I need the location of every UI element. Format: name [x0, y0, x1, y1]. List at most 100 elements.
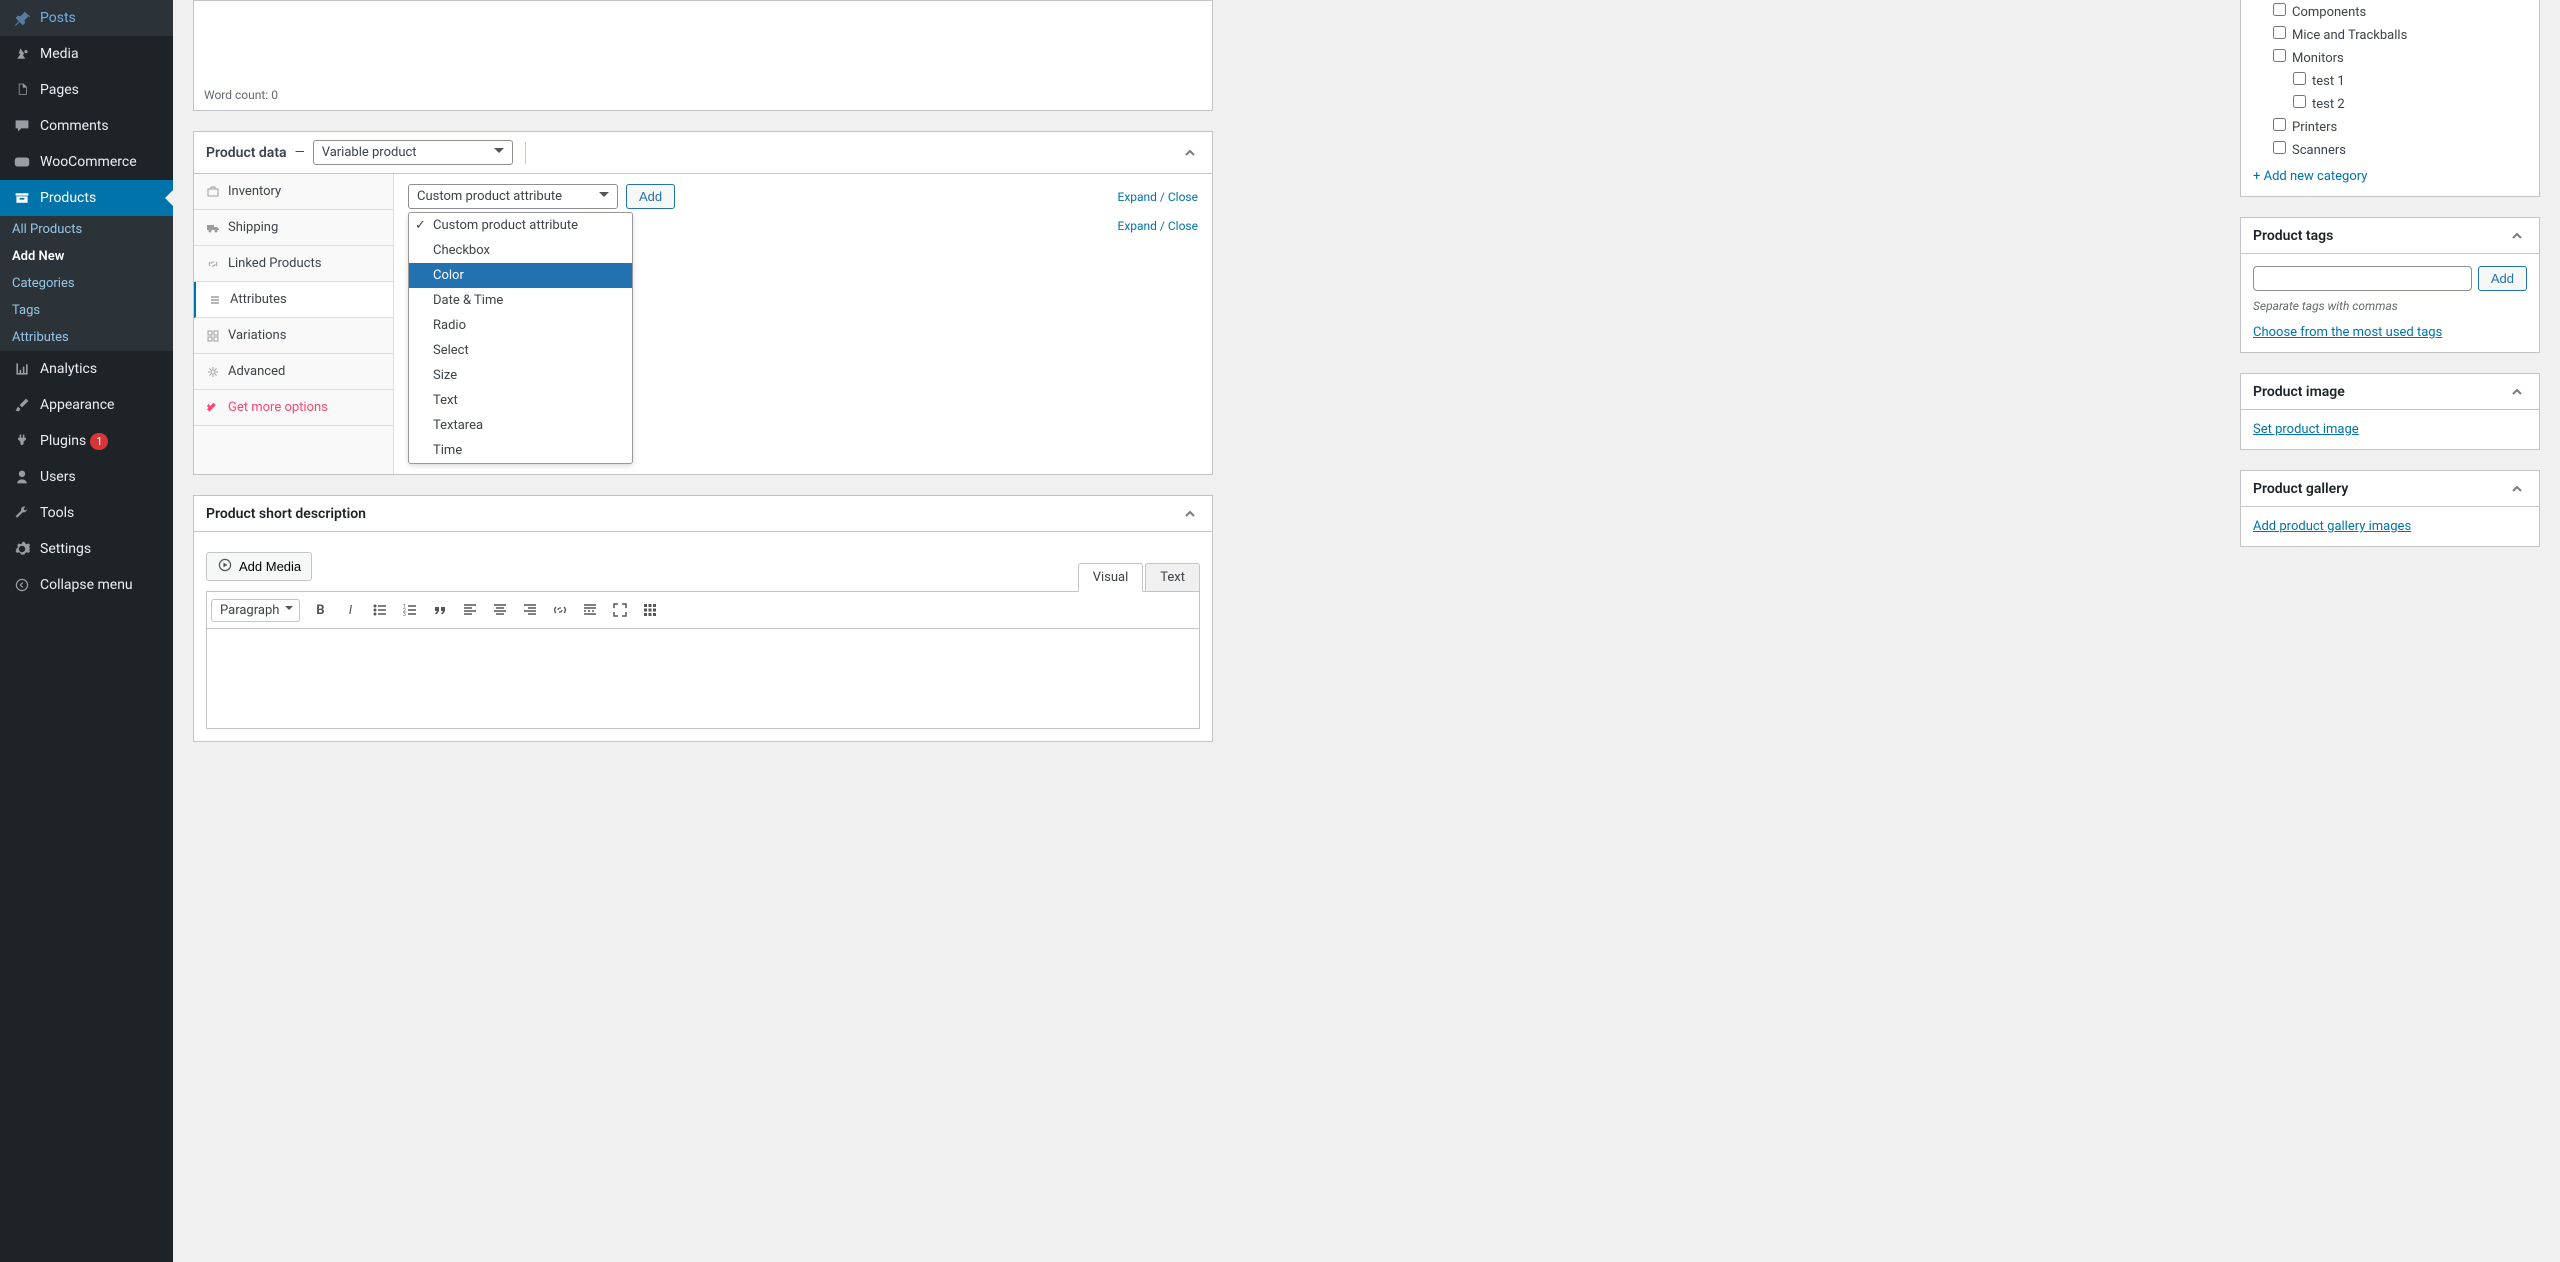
word-count-label: Word count:: [204, 88, 268, 102]
dropdown-option-select[interactable]: Select: [409, 338, 632, 363]
numbered-list-button[interactable]: 123: [396, 596, 424, 624]
blockquote-button[interactable]: [426, 596, 454, 624]
category-checkbox-monitors[interactable]: [2273, 49, 2286, 62]
submenu-attributes[interactable]: Attributes: [0, 324, 173, 351]
toggle-image-icon[interactable]: [2507, 382, 2527, 402]
close-link-2[interactable]: Close: [1168, 219, 1198, 233]
paragraph-select[interactable]: Paragraph: [211, 599, 300, 622]
editor-tab-visual[interactable]: Visual: [1078, 563, 1144, 592]
tab-get-more-options[interactable]: Get more options: [194, 390, 393, 426]
divider: [525, 142, 526, 164]
sidebar-label: Pages: [40, 82, 79, 98]
dropdown-option-text[interactable]: Text: [409, 388, 632, 413]
category-label[interactable]: Scanners: [2273, 143, 2346, 158]
tab-attributes[interactable]: Attributes: [194, 282, 393, 318]
tag-input[interactable]: [2253, 266, 2472, 291]
dropdown-option-radio[interactable]: Radio: [409, 313, 632, 338]
sidebar-item-tools[interactable]: Tools: [0, 495, 173, 531]
word-count-value: 0: [271, 88, 278, 102]
category-label[interactable]: Printers: [2273, 120, 2337, 135]
category-checkbox-test1[interactable]: [2293, 72, 2306, 85]
toolbar-toggle-button[interactable]: [636, 596, 664, 624]
short-description-header: Product short description: [194, 496, 1212, 532]
category-checkbox-scanners[interactable]: [2273, 141, 2286, 154]
submenu-all-products[interactable]: All Products: [0, 216, 173, 243]
category-checkbox-components[interactable]: [2273, 3, 2286, 16]
category-label[interactable]: test 1: [2293, 74, 2345, 89]
choose-used-tags-link[interactable]: Choose from the most used tags: [2253, 325, 2442, 340]
category-label[interactable]: Mice and Trackballs: [2273, 28, 2407, 43]
sidebar-item-users[interactable]: Users: [0, 459, 173, 495]
sidebar-item-posts[interactable]: Posts: [0, 0, 173, 36]
bullet-list-button[interactable]: [366, 596, 394, 624]
wand-icon: [206, 401, 220, 415]
italic-button[interactable]: I: [336, 596, 364, 624]
expand-link-2[interactable]: Expand: [1118, 219, 1157, 233]
bold-button[interactable]: B: [306, 596, 334, 624]
sidebar-item-settings[interactable]: Settings: [0, 531, 173, 567]
align-center-button[interactable]: [486, 596, 514, 624]
product-data-title: Product data: [206, 145, 287, 161]
tab-advanced[interactable]: Advanced: [194, 354, 393, 390]
sidebar-item-pages[interactable]: Pages: [0, 72, 173, 108]
sidebar-item-appearance[interactable]: Appearance: [0, 387, 173, 423]
tab-inventory[interactable]: Inventory: [194, 174, 393, 210]
category-checkbox-test2[interactable]: [2293, 95, 2306, 108]
dropdown-option-color[interactable]: Color: [409, 263, 632, 288]
link-button[interactable]: [546, 596, 574, 624]
align-left-button[interactable]: [456, 596, 484, 624]
add-tag-button[interactable]: Add: [2478, 266, 2527, 291]
dropdown-option-custom[interactable]: Custom product attribute: [409, 213, 632, 238]
tab-label: Advanced: [228, 364, 285, 379]
product-type-select[interactable]: Variable product: [313, 140, 513, 165]
category-label[interactable]: Components: [2273, 5, 2366, 20]
sidebar-item-plugins[interactable]: Plugins 1: [0, 423, 173, 459]
category-label[interactable]: test 2: [2293, 97, 2345, 112]
add-gallery-images-link[interactable]: Add product gallery images: [2253, 519, 2411, 534]
add-new-category-link[interactable]: + Add new category: [2253, 169, 2367, 184]
attribute-type-select[interactable]: Custom product attribute: [408, 184, 618, 209]
editor-word-count-bar: Word count: 0: [193, 80, 1213, 111]
close-link[interactable]: Close: [1168, 190, 1198, 204]
sidebar-item-products[interactable]: Products: [0, 180, 173, 216]
tab-variations[interactable]: Variations: [194, 318, 393, 354]
set-product-image-link[interactable]: Set product image: [2253, 422, 2359, 437]
product-type-value: Variable product: [322, 145, 417, 160]
sidebar-item-analytics[interactable]: Analytics: [0, 351, 173, 387]
dropdown-option-size[interactable]: Size: [409, 363, 632, 388]
dropdown-option-time[interactable]: Time: [409, 438, 632, 463]
toggle-gallery-icon[interactable]: [2507, 479, 2527, 499]
toggle-short-desc-icon[interactable]: [1180, 504, 1200, 524]
add-media-button[interactable]: Add Media: [206, 552, 312, 581]
sidebar-item-woocommerce[interactable]: WooCommerce: [0, 144, 173, 180]
category-checkbox-mice[interactable]: [2273, 26, 2286, 39]
insert-more-button[interactable]: [576, 596, 604, 624]
editor-body-top[interactable]: [193, 0, 1213, 80]
wrench-icon: [12, 503, 32, 523]
fullscreen-button[interactable]: [606, 596, 634, 624]
dropdown-option-textarea[interactable]: Textarea: [409, 413, 632, 438]
sidebar-label: Posts: [40, 10, 76, 26]
category-label[interactable]: Monitors: [2273, 51, 2344, 66]
editor-tab-text[interactable]: Text: [1145, 563, 1200, 591]
sidebar-item-comments[interactable]: Comments: [0, 108, 173, 144]
tab-linked-products[interactable]: Linked Products: [194, 246, 393, 282]
expand-link[interactable]: Expand: [1118, 190, 1157, 204]
category-checkbox-printers[interactable]: [2273, 118, 2286, 131]
short-description-editor[interactable]: [206, 629, 1200, 729]
submenu-tags[interactable]: Tags: [0, 297, 173, 324]
tab-shipping[interactable]: Shipping: [194, 210, 393, 246]
add-attribute-button[interactable]: Add: [626, 184, 675, 209]
dropdown-option-datetime[interactable]: Date & Time: [409, 288, 632, 313]
tag-input-row: Add: [2253, 266, 2527, 291]
dropdown-option-checkbox[interactable]: Checkbox: [409, 238, 632, 263]
sidebar-item-collapse[interactable]: Collapse menu: [0, 567, 173, 603]
sidebar-item-media[interactable]: Media: [0, 36, 173, 72]
desc-header-row: Add Media Visual Text: [206, 532, 1200, 591]
submenu-categories[interactable]: Categories: [0, 270, 173, 297]
comment-icon: [12, 116, 32, 136]
align-right-button[interactable]: [516, 596, 544, 624]
toggle-product-data-icon[interactable]: [1180, 143, 1200, 163]
submenu-add-new[interactable]: Add New: [0, 243, 173, 270]
toggle-tags-icon[interactable]: [2507, 226, 2527, 246]
